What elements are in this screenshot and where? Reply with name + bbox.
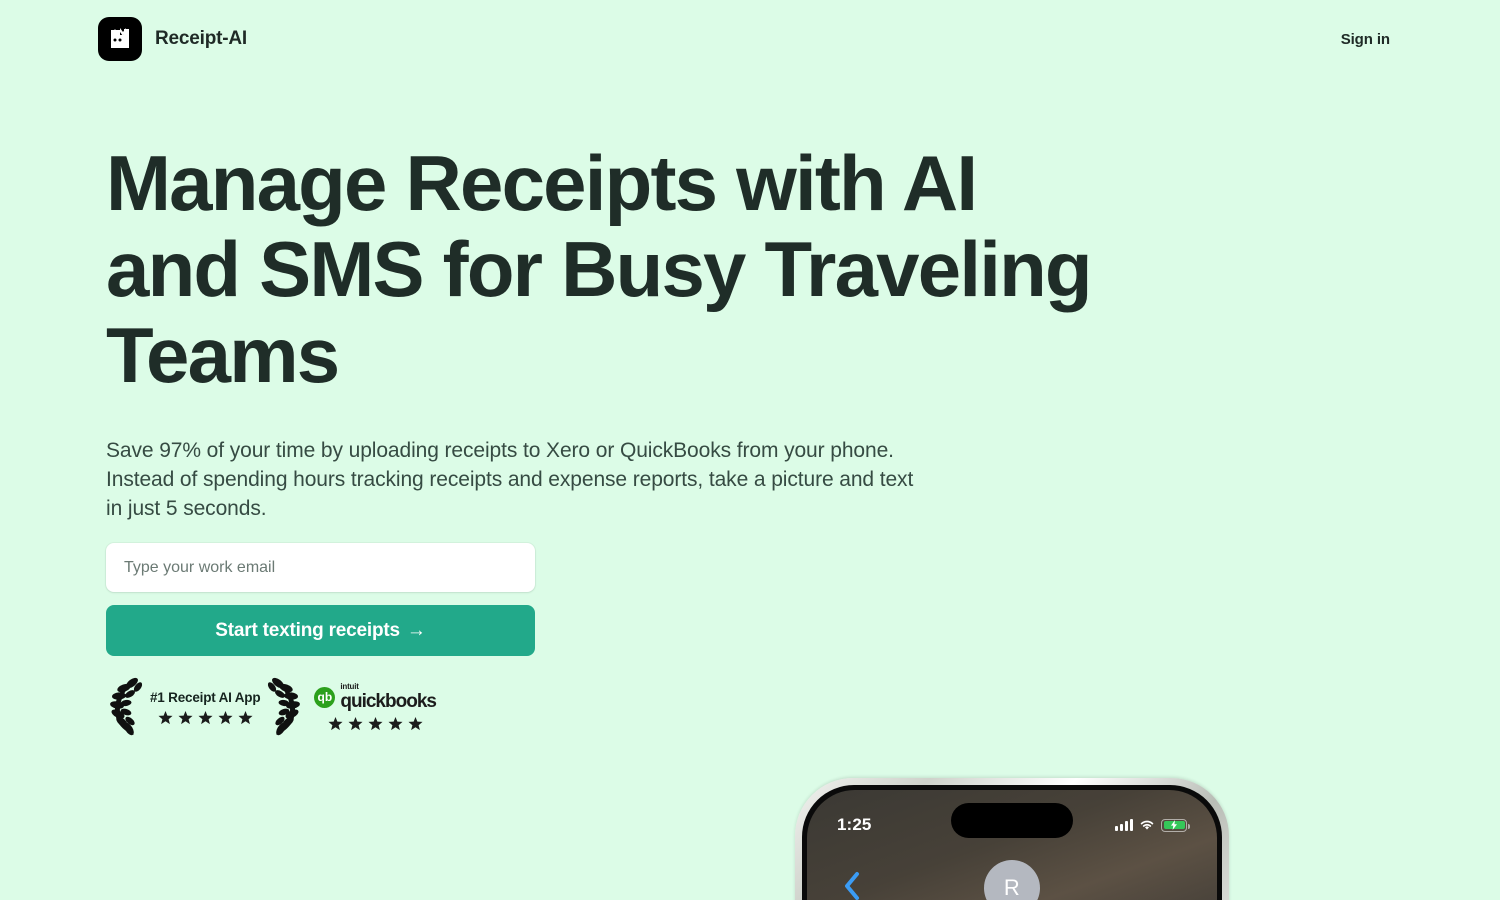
start-texting-receipts-button[interactable]: Start texting receipts → bbox=[106, 605, 535, 656]
back-chevron-icon[interactable] bbox=[843, 871, 861, 900]
quickbooks-wordmark: intuit quickbooks bbox=[340, 682, 437, 712]
laurel-wreath-right-icon bbox=[268, 677, 301, 736]
star-icon bbox=[408, 716, 423, 731]
arrow-right-icon: → bbox=[406, 619, 426, 641]
quickbooks-logo: qb intuit quickbooks bbox=[314, 682, 437, 712]
badge-quickbooks: qb intuit quickbooks bbox=[310, 676, 440, 738]
quickbooks-label: quickbooks bbox=[340, 691, 437, 712]
star-rating bbox=[328, 716, 423, 731]
badge-title: #1 Receipt AI App bbox=[150, 689, 261, 705]
work-email-input[interactable] bbox=[106, 543, 535, 592]
phone-mockup: 1:25 R bbox=[795, 778, 1229, 900]
quickbooks-mark-icon: qb bbox=[314, 686, 336, 708]
star-icon bbox=[348, 716, 363, 731]
badge-content: qb intuit quickbooks bbox=[310, 683, 440, 731]
star-rating bbox=[158, 710, 253, 725]
cta-label: Start texting receipts bbox=[215, 619, 400, 641]
phone-screen-content: 1:25 R bbox=[807, 790, 1217, 900]
intuit-label: intuit bbox=[340, 682, 359, 691]
star-icon bbox=[158, 710, 173, 724]
phone-bezel: 1:25 R bbox=[802, 785, 1222, 900]
star-icon bbox=[198, 710, 213, 724]
cellular-signal-icon bbox=[1115, 819, 1133, 831]
status-time: 1:25 bbox=[837, 815, 872, 834]
landing-page: Receipt-AI Sign in Manage Receipts with … bbox=[0, 0, 1500, 900]
avatar[interactable]: R bbox=[984, 860, 1040, 900]
dynamic-island bbox=[951, 803, 1073, 838]
star-icon bbox=[218, 710, 233, 724]
hero-section: Manage Receipts with AI and SMS for Busy… bbox=[0, 0, 1500, 900]
laurel-wreath-left-icon bbox=[110, 677, 143, 736]
star-icon bbox=[328, 716, 343, 731]
badge-receipt-ai-app: #1 Receipt AI App bbox=[110, 676, 301, 738]
phone-nav-bar: R bbox=[807, 846, 1217, 900]
badge-content: #1 Receipt AI App bbox=[146, 690, 264, 725]
page-title: Manage Receipts with AI and SMS for Busy… bbox=[106, 139, 1093, 399]
battery-charging-icon bbox=[1161, 818, 1190, 832]
star-icon bbox=[368, 716, 383, 731]
star-icon bbox=[178, 710, 193, 724]
star-icon bbox=[388, 716, 403, 731]
star-icon bbox=[238, 710, 253, 724]
award-badges: #1 Receipt AI App qb intuit quickbooks bbox=[110, 676, 440, 738]
status-icons bbox=[1115, 818, 1190, 832]
wifi-icon bbox=[1140, 820, 1154, 830]
hero-subheading: Save 97% of your time by uploading recei… bbox=[106, 439, 914, 520]
hero-copy: Manage Receipts with AI and SMS for Busy… bbox=[106, 140, 1136, 523]
signup-form: Start texting receipts → bbox=[106, 543, 535, 656]
phone-status-bar: 1:25 bbox=[807, 790, 1217, 846]
